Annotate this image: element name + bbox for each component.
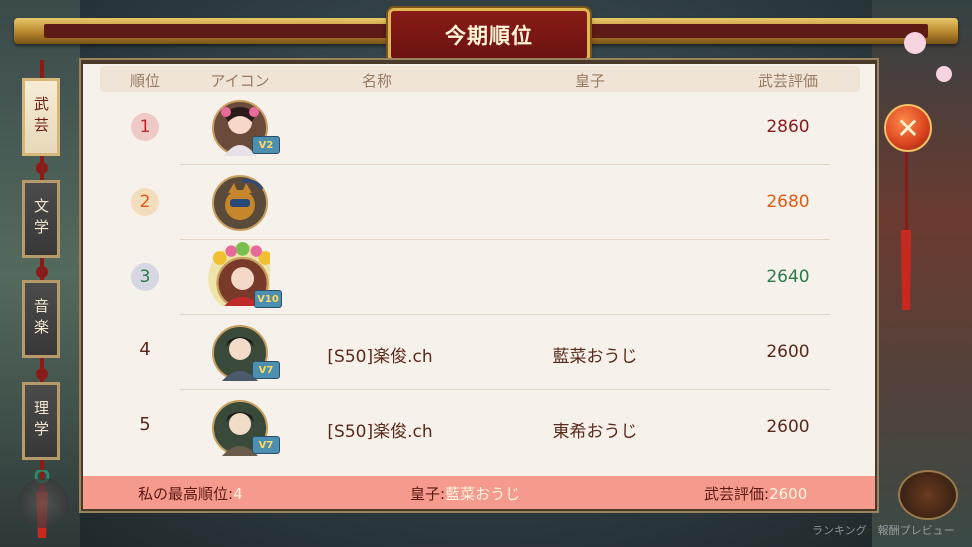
my-prince: 皇子:藍菜おうじ	[410, 483, 520, 504]
score-label: 武芸評価:	[704, 485, 770, 503]
prince-label: 皇子:	[410, 485, 446, 503]
vip-badge: V2	[252, 136, 280, 154]
tab-label: 理学	[32, 400, 50, 442]
header-prince: 皇子	[574, 72, 605, 90]
table-row[interactable]: 1 V2 2860	[100, 90, 860, 165]
rank-badge: 3	[131, 263, 159, 291]
score-value: 2640	[766, 267, 810, 287]
close-icon: ✕	[896, 111, 920, 145]
tab-label: 武芸	[32, 96, 50, 138]
menu-icon[interactable]	[18, 478, 68, 528]
vip-badge: V10	[254, 290, 282, 308]
avatar	[212, 175, 268, 231]
vip-badge: V7	[252, 361, 280, 379]
reward-preview-label[interactable]: ランキング 報酬プレビュー	[812, 522, 955, 538]
header-icon: アイコン	[210, 72, 270, 90]
table-row[interactable]: 3 V10 2640	[100, 240, 860, 315]
prince-value: 藍菜おうじ	[445, 485, 521, 503]
rank-badge: 1	[131, 113, 159, 141]
player-name: [S50]楽俊.ch	[327, 422, 433, 442]
title-plate: 今期順位	[388, 8, 590, 62]
blossom-icon	[904, 32, 926, 54]
my-score: 武芸評価:2600	[704, 483, 807, 504]
tassel-icon	[901, 230, 911, 310]
best-rank: 私の最高順位:4	[138, 483, 243, 504]
prince-name: 藍菜おうじ	[552, 347, 638, 367]
rank-number: 5	[139, 414, 151, 435]
tab-label: 文学	[32, 198, 50, 240]
rank-badge: 2	[131, 188, 159, 216]
table-row[interactable]: 4 V7 [S50]楽俊.ch 藍菜おうじ 2600	[100, 315, 860, 390]
tab-science[interactable]: 理学	[22, 382, 60, 460]
page-title: 今期順位	[445, 24, 533, 48]
tab-literature[interactable]: 文学	[22, 180, 60, 258]
header-score: 武芸評価	[757, 72, 818, 90]
blossom-icon	[936, 66, 952, 82]
best-rank-label: 私の最高順位:	[138, 485, 234, 503]
background-right	[872, 0, 972, 547]
treasure-chest-icon[interactable]	[898, 470, 958, 520]
best-rank-value: 4	[233, 485, 243, 503]
score-value: 2600	[766, 342, 810, 362]
vip-badge: V7	[252, 436, 280, 454]
score-value: 2600	[766, 417, 810, 437]
tab-martial[interactable]: 武芸	[22, 78, 60, 156]
score-value: 2600	[769, 485, 808, 503]
player-name: [S50]楽俊.ch	[327, 347, 433, 367]
rank-number: 4	[139, 339, 151, 360]
table-row[interactable]: 2 2680	[100, 165, 860, 240]
score-value: 2860	[766, 117, 810, 137]
tab-music[interactable]: 音楽	[22, 280, 60, 358]
close-button[interactable]: ✕	[884, 104, 932, 152]
score-value: 2680	[766, 192, 810, 212]
header-name: 名称	[361, 72, 392, 90]
table-row[interactable]: 5 V7 [S50]楽俊.ch 東希おうじ 2600	[100, 390, 860, 465]
prince-name: 東希おうじ	[552, 422, 638, 442]
tab-label: 音楽	[32, 298, 50, 340]
